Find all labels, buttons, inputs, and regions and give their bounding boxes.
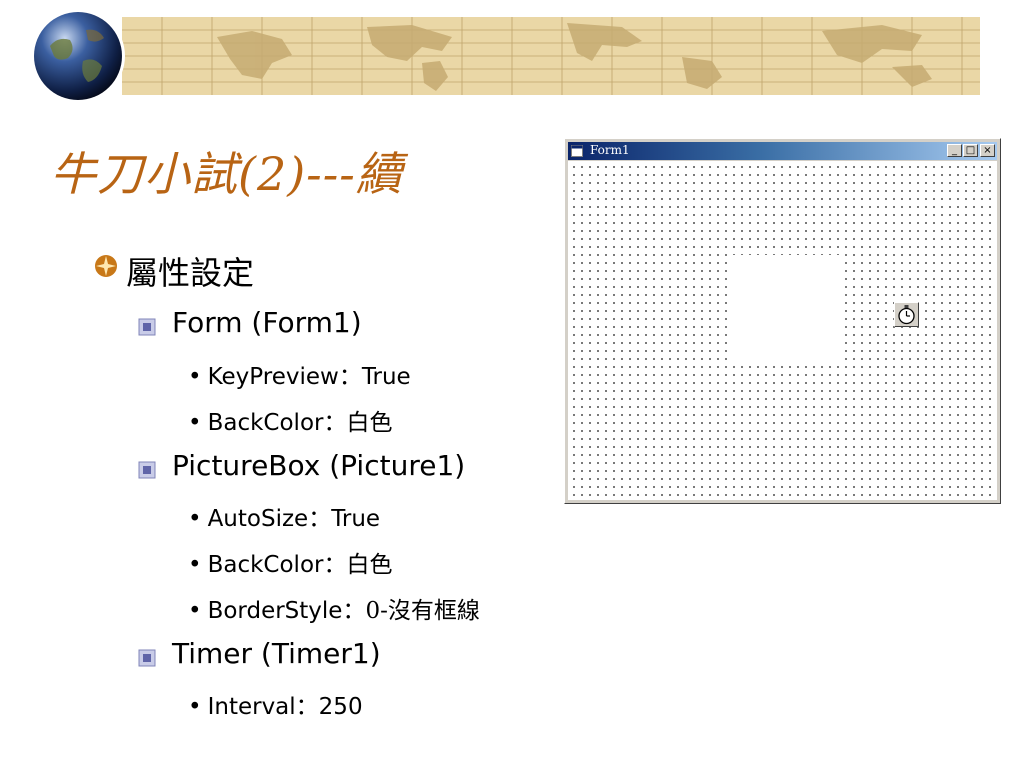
timer1-control[interactable] — [894, 302, 919, 327]
section-heading: 屬性設定 — [126, 254, 255, 292]
section-timer: Timer (Timer1) — [172, 637, 381, 670]
section-form: Form (Form1) — [172, 306, 362, 339]
minimize-button[interactable]: _ — [947, 144, 962, 157]
close-button[interactable]: × — [980, 144, 995, 157]
square-bullet-icon — [138, 461, 156, 479]
prop-item: • BackColor：白色 — [188, 552, 393, 578]
maximize-button[interactable]: □ — [963, 144, 978, 157]
form1-titlebar[interactable]: Form1 _ □ × — [568, 142, 997, 160]
slide-title: 牛刀小試(2)---續 — [50, 147, 403, 201]
prop-item: • BackColor：白色 — [188, 410, 393, 436]
globe-icon — [31, 9, 125, 103]
square-bullet-icon — [138, 649, 156, 667]
prop-item: • Interval：250 — [188, 694, 363, 720]
form1-window[interactable]: Form1 _ □ × — [564, 138, 1001, 504]
stopwatch-icon — [898, 305, 915, 325]
compass-bullet-icon — [95, 255, 117, 277]
square-bullet-icon — [138, 318, 156, 336]
world-map-banner — [122, 17, 980, 95]
form1-design-grid[interactable] — [568, 161, 997, 500]
form1-title: Form1 — [590, 143, 630, 157]
prop-item: • AutoSize：True — [188, 506, 381, 532]
prop-item: • KeyPreview：True — [188, 364, 411, 390]
section-picturebox: PictureBox (Picture1) — [172, 449, 466, 482]
picture1-control[interactable] — [729, 255, 841, 361]
form-icon — [571, 145, 583, 157]
prop-item: • BorderStyle：0-沒有框線 — [188, 598, 480, 624]
